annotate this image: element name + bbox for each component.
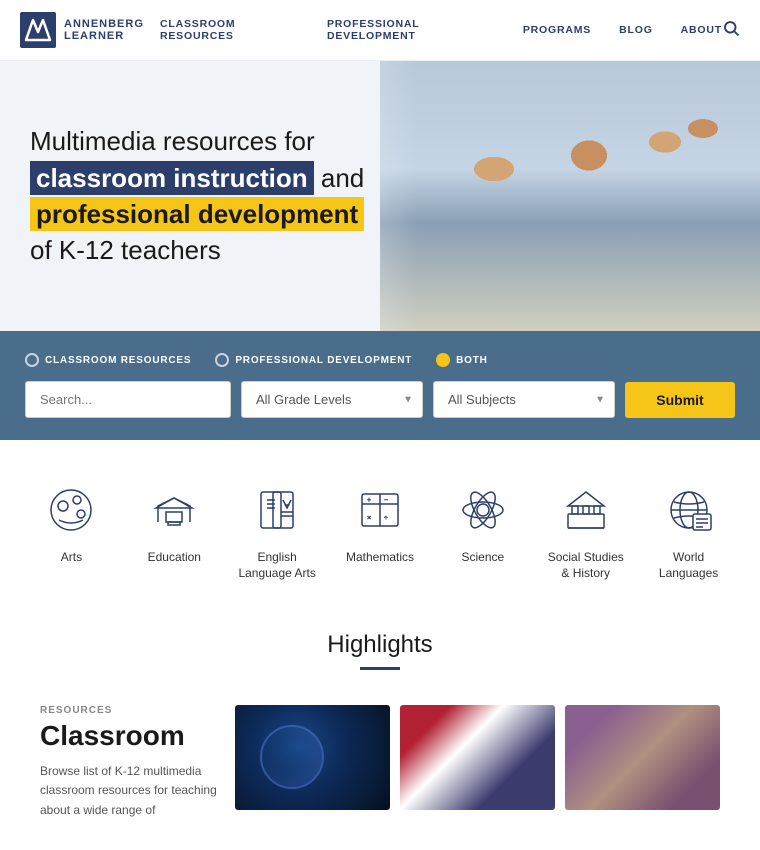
social-studies-history-icon [556, 480, 616, 540]
education-label: Education [148, 550, 201, 566]
hero-heading: Multimedia resources for classroom instr… [30, 123, 388, 269]
svg-text:×: × [367, 515, 371, 522]
radio-classroom-resources[interactable]: CLASSROOM RESOURCES [25, 353, 191, 367]
resource-card-statue[interactable] [565, 705, 720, 810]
resources-description: Browse list of K-12 multimedia classroom… [40, 762, 220, 820]
grade-select[interactable]: All Grade Levels K-2 3-5 6-8 9-12 [241, 381, 423, 418]
resources-left: RESOURCES Classroom Browse list of K-12 … [40, 705, 220, 820]
arts-label: Arts [61, 550, 82, 566]
subject-world-languages[interactable]: WorldLanguages [637, 480, 740, 581]
english-language-arts-label: EnglishLanguage Arts [238, 550, 315, 581]
radio-circle-classroom[interactable] [25, 353, 39, 367]
highlights-title: Highlights [20, 631, 740, 659]
navbar: ANNENBERG LEARNER CLASSROOM RESOURCES PR… [0, 0, 760, 61]
science-label: Science [462, 550, 505, 566]
svg-text:−: − [384, 497, 388, 504]
nav-classroom-resources[interactable]: CLASSROOM RESOURCES [160, 18, 299, 42]
search-submit-button[interactable]: Submit [625, 382, 735, 418]
svg-text:÷: ÷ [384, 515, 388, 522]
subjects-section: Arts Education [0, 440, 760, 611]
hero-highlight-professional: professional development [30, 197, 364, 231]
search-radio-group: CLASSROOM RESOURCES PROFESSIONAL DEVELOP… [25, 353, 735, 367]
subject-mathematics[interactable]: + − × ÷ Mathematics [329, 480, 432, 581]
resource-cards [235, 705, 720, 820]
highlights-underline [360, 667, 400, 670]
radio-circle-both[interactable] [436, 353, 450, 367]
social-studies-history-label: Social Studies& History [548, 550, 624, 581]
svg-text:+: + [367, 497, 371, 504]
resources-section: RESOURCES Classroom Browse list of K-12 … [20, 695, 740, 820]
logo-text: ANNENBERG LEARNER [64, 18, 144, 42]
resource-card-globe[interactable] [235, 705, 390, 810]
mathematics-icon: + − × ÷ [350, 480, 410, 540]
nav-links: CLASSROOM RESOURCES PROFESSIONAL DEVELOP… [160, 18, 722, 42]
search-inputs-row: All Grade Levels K-2 3-5 6-8 9-12 ▼ All … [25, 381, 735, 418]
hero-image [380, 61, 760, 331]
education-icon [144, 480, 204, 540]
radio-professional-development[interactable]: PROFESSIONAL DEVELOPMENT [215, 353, 412, 367]
hero-text: Multimedia resources for classroom instr… [0, 61, 418, 331]
hero-section: Multimedia resources for classroom instr… [0, 61, 760, 331]
annenberg-logo-icon [20, 12, 56, 48]
subject-social-studies-history[interactable]: Social Studies& History [534, 480, 637, 581]
subject-education[interactable]: Education [123, 480, 226, 581]
radio-circle-professional[interactable] [215, 353, 229, 367]
nav-blog[interactable]: BLOG [619, 24, 653, 36]
classroom-photo [380, 61, 760, 331]
world-languages-label: WorldLanguages [659, 550, 718, 581]
arts-icon [41, 480, 101, 540]
mathematics-label: Mathematics [346, 550, 414, 566]
subject-english-language-arts[interactable]: EnglishLanguage Arts [226, 480, 329, 581]
search-input[interactable] [25, 381, 231, 418]
science-icon [453, 480, 513, 540]
highlights-section: Highlights RESOURCES Classroom Browse li… [0, 611, 760, 850]
search-section: CLASSROOM RESOURCES PROFESSIONAL DEVELOP… [0, 331, 760, 440]
world-languages-icon [659, 480, 719, 540]
subject-select-wrapper: All Subjects Arts Education English Lang… [433, 381, 615, 418]
subject-select[interactable]: All Subjects Arts Education English Lang… [433, 381, 615, 418]
radio-both[interactable]: BOTH [436, 353, 488, 367]
logo[interactable]: ANNENBERG LEARNER [20, 12, 160, 48]
nav-about[interactable]: ABOUT [681, 24, 722, 36]
resources-title: Classroom [40, 720, 220, 752]
search-icon[interactable] [722, 19, 740, 42]
subject-science[interactable]: Science [431, 480, 534, 581]
resource-card-flag[interactable] [400, 705, 555, 810]
nav-professional-development[interactable]: PROFESSIONAL DEVELOPMENT [327, 18, 495, 42]
resources-label: RESOURCES [40, 705, 220, 716]
subject-arts[interactable]: Arts [20, 480, 123, 581]
nav-programs[interactable]: PROGRAMS [523, 24, 591, 36]
grade-select-wrapper: All Grade Levels K-2 3-5 6-8 9-12 ▼ [241, 381, 423, 418]
english-language-arts-icon [247, 480, 307, 540]
hero-highlight-classroom: classroom instruction [30, 161, 314, 195]
